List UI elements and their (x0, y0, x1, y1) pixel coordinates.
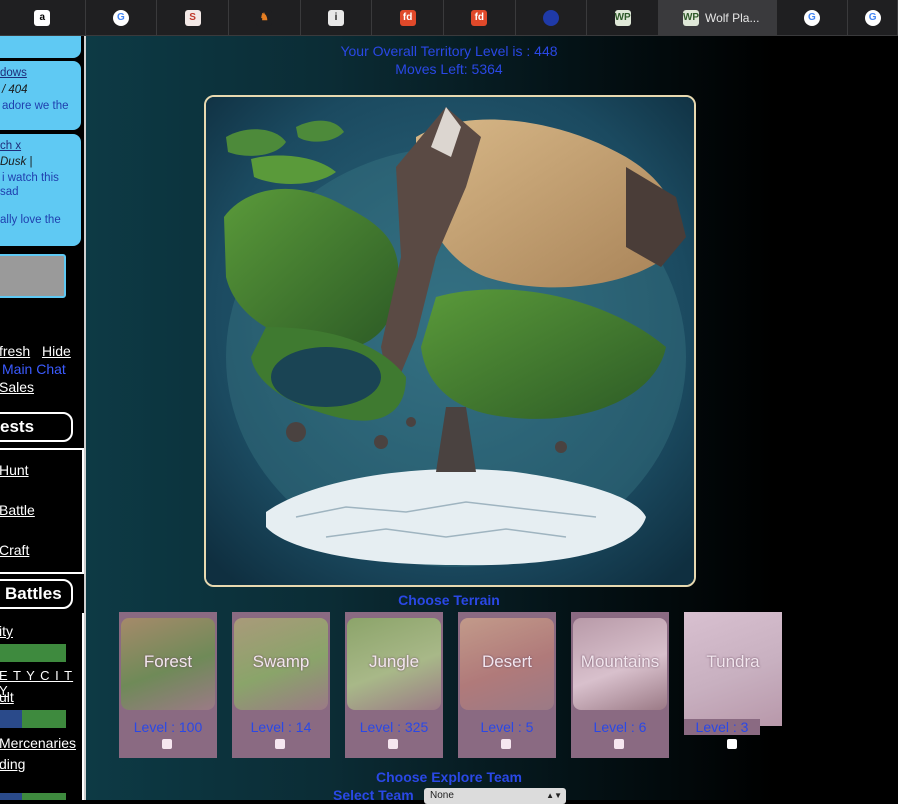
terrain-level: Level : 6 (593, 719, 647, 735)
terrain-checkbox[interactable] (727, 739, 737, 749)
battle-item[interactable]: ity (0, 623, 13, 639)
quest-item-battle[interactable]: Battle (0, 502, 35, 518)
terrain-level: Level : 100 (133, 719, 203, 735)
chat-message: dows / 404 adore we the (0, 61, 81, 130)
select-team-value: None (430, 790, 454, 801)
sales-link[interactable]: Sales (0, 379, 34, 395)
chat-input[interactable] (0, 254, 66, 298)
terrain-option-jungle[interactable]: Jungle Level : 325 (345, 612, 443, 758)
terrain-name: Jungle (368, 652, 420, 671)
chat-username[interactable]: ch x (0, 139, 21, 154)
browser-tab[interactable] (516, 0, 588, 35)
chat-username[interactable]: dows (0, 66, 27, 81)
battles-header[interactable]: Battles (0, 579, 73, 609)
battle-progress-bar (0, 793, 22, 800)
terrain-level: Level : 5 (480, 719, 534, 735)
battle-item[interactable]: Mercenaries (0, 735, 76, 751)
quests-header[interactable]: ests (0, 412, 73, 442)
divider (0, 448, 84, 450)
amazon-icon: a (34, 9, 51, 26)
refresh-link[interactable]: fresh (0, 343, 30, 359)
browser-tab[interactable]: a (0, 0, 86, 35)
browser-tab[interactable]: G (86, 0, 158, 35)
battle-progress-bar (0, 710, 22, 728)
fd-icon: fd (399, 9, 416, 26)
google-icon: G (864, 9, 881, 26)
nasa-icon (542, 9, 559, 26)
browser-tab[interactable]: WP Wolf Pla... (658, 0, 777, 35)
terrain-name: Desert (481, 652, 533, 671)
territory-map[interactable] (204, 95, 696, 587)
browser-tab[interactable]: S (157, 0, 229, 35)
terrain-option-tundra[interactable]: Tundra Level : 3 (684, 612, 782, 758)
territory-level-text: Your Overall Territory Level is : 448 (340, 43, 558, 59)
quest-item-hunt[interactable]: Hunt (0, 462, 29, 478)
moves-left-text: Moves Left: 5364 (395, 61, 503, 77)
choose-explore-team-title: Choose Explore Team (375, 769, 522, 785)
chat-text: i watch this (2, 172, 59, 184)
territory-map-illustration (206, 97, 694, 585)
browser-tab-title: Wolf Pla... (704, 10, 760, 25)
terrain-checkbox[interactable] (275, 739, 285, 749)
battle-progress-bar (0, 644, 66, 662)
browser-tab[interactable]: fd (444, 0, 516, 35)
divider (82, 613, 84, 800)
divider (82, 448, 84, 574)
terrain-level: Level : 325 (359, 719, 429, 735)
terrain-name: Tundra (706, 652, 760, 671)
wolf-players-icon: WP (683, 9, 699, 26)
terrain-checkbox[interactable] (614, 739, 624, 749)
terrain-option-swamp[interactable]: Swamp Level : 14 (232, 612, 330, 758)
google-icon: G (112, 9, 129, 26)
select-team-label: Select Team (333, 787, 414, 803)
browser-tab[interactable]: WP (587, 0, 659, 35)
wolf-players-icon: WP (615, 9, 631, 26)
browser-tab[interactable]: fd (372, 0, 444, 35)
terrain-option-desert[interactable]: Desert Level : 5 (458, 612, 556, 758)
browser-tab[interactable]: G (848, 0, 898, 35)
chat-text: ally love the (0, 214, 61, 226)
terrain-name: Mountains (580, 652, 660, 671)
terrain-name: Forest (143, 652, 193, 671)
terrain-level: Level : 14 (250, 719, 312, 735)
battle-progress-bar (22, 710, 66, 728)
sidebar: dows / 404 adore we the ch x Dusk | i wa… (0, 36, 86, 800)
quests-label: ests (0, 417, 35, 436)
terrain-option-forest[interactable]: Forest Level : 100 (119, 612, 217, 758)
select-team-dropdown[interactable]: None ▲▼ (424, 788, 566, 804)
quest-item-craft[interactable]: Craft (0, 542, 29, 558)
chat-meta: Dusk | (0, 156, 33, 168)
hide-link[interactable]: Hide (42, 343, 71, 359)
fox-icon: ♞ (256, 9, 273, 26)
battle-progress-bar (22, 793, 66, 800)
chat-meta: / 404 (2, 84, 28, 96)
terrain-checkbox[interactable] (388, 739, 398, 749)
main-content: Your Overall Territory Level is : 448 Mo… (86, 36, 898, 804)
info-icon: i (327, 9, 344, 26)
battle-item[interactable]: ult (0, 689, 14, 705)
choose-terrain-title: Choose Terrain (398, 592, 500, 608)
browser-tab[interactable]: G (777, 0, 849, 35)
terrain-name: Swamp (252, 652, 310, 671)
divider (0, 572, 84, 574)
browser-tab[interactable]: i (301, 0, 373, 35)
s-site-icon: S (184, 9, 201, 26)
terrain-level: Level : 3 (684, 719, 760, 735)
terrain-checkbox[interactable] (162, 739, 172, 749)
terrain-option-mountains[interactable]: Mountains Level : 6 (571, 612, 669, 758)
battles-label: Battles (5, 584, 62, 603)
chat-message: ch x Dusk | i watch this sad ally love t… (0, 134, 81, 246)
google-icon: G (803, 9, 820, 26)
chat-text: sad (0, 186, 19, 198)
fd-icon: fd (471, 9, 488, 26)
chat-message (0, 36, 81, 58)
terrain-checkbox[interactable] (501, 739, 511, 749)
browser-tab[interactable]: ♞ (229, 0, 301, 35)
main-chat-link[interactable]: Main Chat (2, 361, 66, 377)
browser-tab-bar: a G S ♞ i fd fd WP WP Wolf Pla... G G (0, 0, 898, 36)
battle-item[interactable]: ding (0, 756, 25, 772)
chat-text: adore we the (2, 100, 69, 112)
dropdown-arrows-icon: ▲▼ (546, 791, 562, 800)
